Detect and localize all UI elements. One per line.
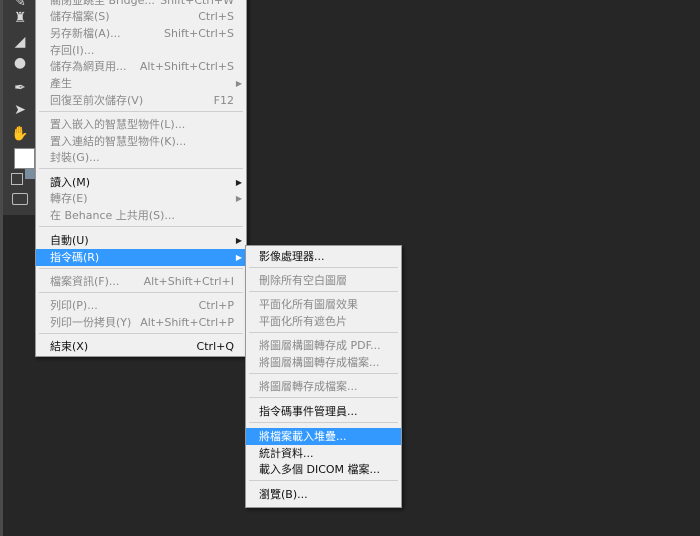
submenu-arrow-icon: ▶	[235, 236, 242, 245]
menu-item-check-in[interactable]: 存回(I)...	[36, 42, 246, 59]
menu-separator	[39, 268, 243, 269]
menu-item-package[interactable]: 封裝(G)...	[36, 149, 246, 166]
menu-item-print-one-copy[interactable]: 列印一份拷貝(Y) Alt+Shift+Ctrl+P	[36, 314, 246, 331]
menu-item-revert[interactable]: 回復至前次儲存(V) F12	[36, 92, 246, 109]
brush-tool-icon[interactable]: ✎	[11, 0, 29, 10]
menu-separator	[39, 111, 243, 112]
menu-item-save-for-web[interactable]: 儲存為網頁用... Alt+Shift+Ctrl+S	[36, 58, 246, 75]
pen-tool-icon[interactable]: ✒	[11, 80, 29, 96]
menu-item-file-info[interactable]: 檔案資訊(F)... Alt+Shift+Ctrl+I	[36, 273, 246, 290]
menu-item-import[interactable]: 讀入(M) ▶	[36, 174, 246, 191]
quick-mask-icon[interactable]	[12, 193, 28, 205]
default-colors-icon[interactable]	[11, 173, 23, 185]
menu-item-scripts[interactable]: 指令碼(R) ▶	[36, 249, 246, 266]
clone-stamp-icon[interactable]: ♜	[11, 10, 29, 26]
menu-item-statistics[interactable]: 統計資料...	[246, 445, 401, 462]
menu-item-layer-comps-to-files[interactable]: 將圖層構圖轉存成檔案...	[246, 354, 401, 371]
eraser-icon[interactable]: ◢	[11, 34, 29, 50]
menu-separator	[249, 480, 398, 481]
hand-tool-icon[interactable]: ✋	[11, 126, 29, 142]
blur-drop-icon[interactable]: ●	[11, 55, 29, 71]
menu-item-load-multiple-dicom[interactable]: 載入多個 DICOM 檔案...	[246, 461, 401, 478]
menu-item-script-events-manager[interactable]: 指令碼事件管理員...	[246, 403, 401, 420]
menu-item-generate[interactable]: 產生 ▶	[36, 75, 246, 92]
file-menu: 關閉並跳至 Bridge... Shift+Ctrl+W 儲存檔案(S) Ctrl+…	[35, 0, 247, 357]
menu-item-image-processor[interactable]: 影像處理器...	[246, 248, 401, 265]
menu-item-flatten-masks[interactable]: 平面化所有遮色片	[246, 313, 401, 330]
menu-separator	[249, 397, 398, 398]
menu-separator	[249, 332, 398, 333]
menu-item-delete-empty-layers[interactable]: 刪除所有空白圖層	[246, 272, 401, 289]
submenu-arrow-icon: ▶	[235, 178, 242, 187]
menu-item-save[interactable]: 儲存檔案(S) Ctrl+S	[36, 8, 246, 25]
menu-item-save-as[interactable]: 另存新檔(A)... Shift+Ctrl+S	[36, 25, 246, 42]
menu-item-export-layers-to-files[interactable]: 將圖層轉存成檔案...	[246, 378, 401, 395]
submenu-arrow-icon: ▶	[235, 253, 242, 262]
menu-separator	[39, 226, 243, 227]
menu-separator	[39, 292, 243, 293]
menu-item-place-embedded[interactable]: 置入嵌入的智慧型物件(L)...	[36, 116, 246, 133]
path-selection-icon[interactable]: ➤	[11, 102, 29, 118]
menu-item-share-on-behance[interactable]: 在 Behance 上共用(S)...	[36, 207, 246, 224]
menu-item-print[interactable]: 列印(P)... Ctrl+P	[36, 297, 246, 314]
menu-item-browse[interactable]: 瀏覽(B)...	[246, 486, 401, 503]
menu-item-export[interactable]: 轉存(E) ▶	[36, 190, 246, 207]
menu-item-layer-comps-to-pdf[interactable]: 將圖層構圖轉存成 PDF...	[246, 337, 401, 354]
menu-item-flatten-layer-effects[interactable]: 平面化所有圖層效果	[246, 296, 401, 313]
menu-separator	[249, 373, 398, 374]
menu-item-exit[interactable]: 結束(X) Ctrl+Q	[36, 338, 246, 355]
menu-item-place-linked[interactable]: 置入連結的智慧型物件(K)...	[36, 133, 246, 150]
tools-panel: ✎ ♜ ◢ ● ✒ ➤ ✋	[3, 0, 37, 215]
scripts-submenu: 影像處理器... 刪除所有空白圖層 平面化所有圖層效果 平面化所有遮色片 將圖層…	[245, 245, 402, 508]
menu-item-automate[interactable]: 自動(U) ▶	[36, 232, 246, 249]
menu-separator	[249, 267, 398, 268]
menu-separator	[39, 168, 243, 169]
menu-separator	[249, 422, 398, 423]
foreground-color-swatch[interactable]	[14, 148, 35, 169]
submenu-arrow-icon: ▶	[235, 194, 242, 203]
menu-separator	[249, 291, 398, 292]
submenu-arrow-icon: ▶	[235, 79, 242, 88]
menu-item-load-files-into-stack[interactable]: 將檔案載入堆疊...	[246, 428, 401, 445]
menu-separator	[39, 333, 243, 334]
